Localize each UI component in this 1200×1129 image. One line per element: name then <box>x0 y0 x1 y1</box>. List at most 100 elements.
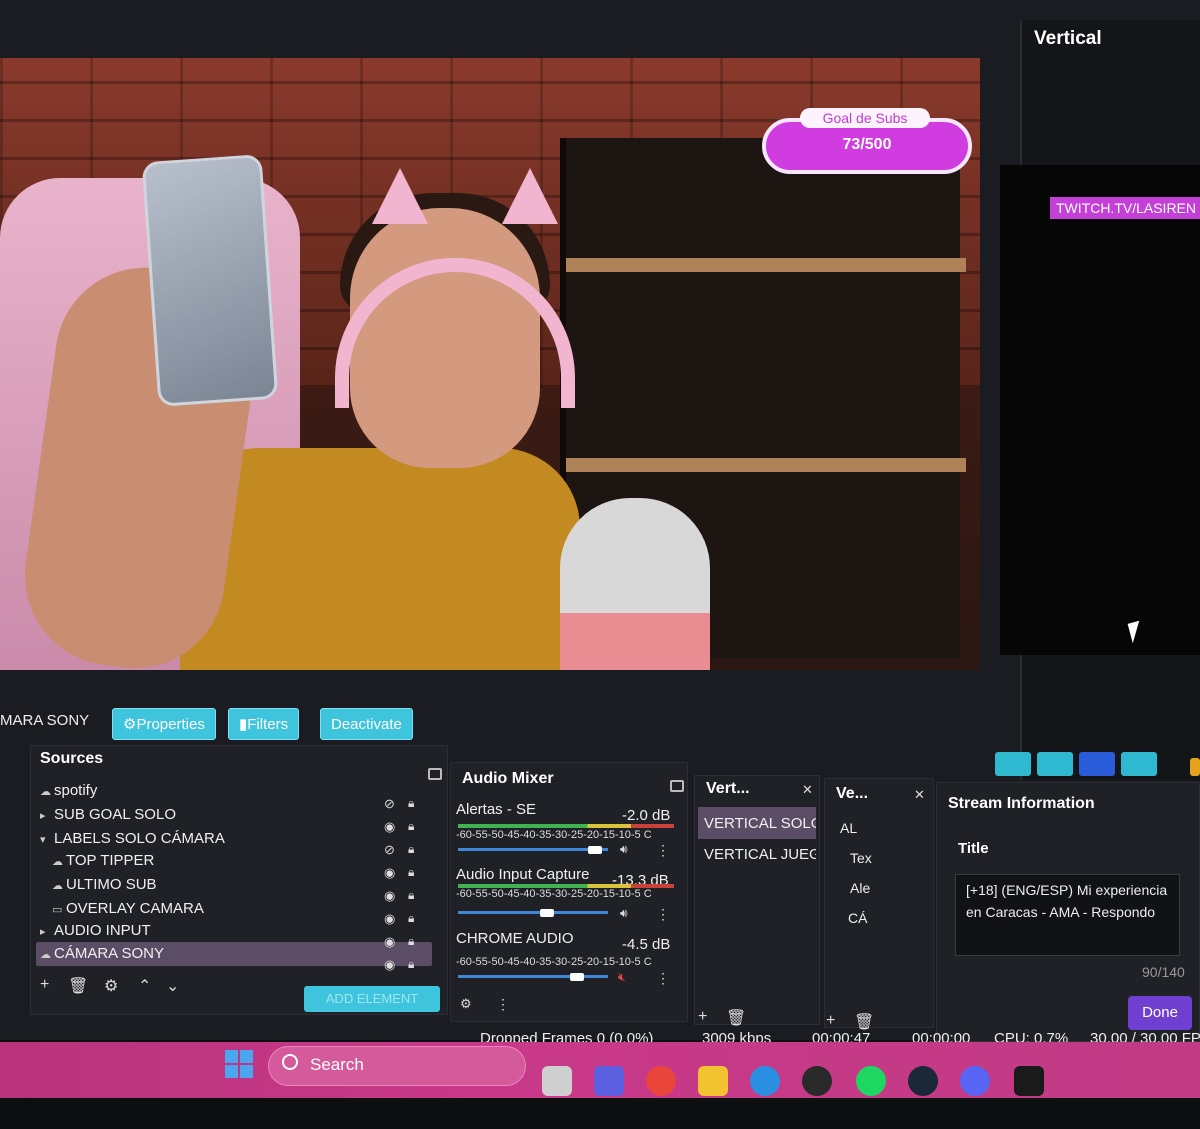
deactivate-button[interactable]: Deactivate <box>320 708 413 740</box>
visibility-icon[interactable]: ◉ <box>384 911 395 927</box>
fader-knob[interactable] <box>588 846 602 854</box>
source-label: LABELS SOLO CÁMARA <box>54 830 225 847</box>
vertical-scene-item[interactable]: VERTICAL SOLO <box>704 815 816 832</box>
selected-source-name: MARA SONY <box>0 712 90 729</box>
source-item[interactable]: ☁ CÁMARA SONY <box>40 945 164 962</box>
mixer-channel-name: Alertas - SE <box>456 801 537 818</box>
scene-icon: ☁ <box>52 880 63 892</box>
filters-button[interactable]: ▮Filters <box>228 708 300 740</box>
vertical-source-item[interactable]: Tex <box>850 850 890 866</box>
mixer-channel-db: -4.5 dB <box>622 936 671 953</box>
sub-goal-value: 73/500 <box>842 136 892 153</box>
source-label: AUDIO INPUT <box>54 922 151 939</box>
kebab-menu-icon[interactable]: ⋮ <box>656 906 670 923</box>
task-view-icon[interactable] <box>542 1066 572 1096</box>
vertical-sources-title: Ve... <box>836 785 869 802</box>
source-item[interactable]: ☁ TOP TIPPER <box>52 852 154 869</box>
close-icon[interactable]: ✕ <box>914 787 925 803</box>
steam-icon[interactable] <box>908 1066 938 1096</box>
move-up-icon[interactable]: ⌃ <box>138 976 151 996</box>
source-item[interactable]: ▭ OVERLAY CAMARA <box>52 900 204 917</box>
popout-icon[interactable] <box>428 768 442 780</box>
orange-button[interactable] <box>1190 758 1200 776</box>
shelf-board <box>566 258 966 272</box>
stream-title-input[interactable]: [+18] (ENG/ESP) Mi experiencia en Caraca… <box>955 874 1180 956</box>
volume-fader[interactable] <box>458 911 608 914</box>
phone <box>141 154 279 407</box>
vertical-preview[interactable] <box>1000 165 1200 655</box>
mixer-channel-name: Audio Input Capture <box>456 866 590 883</box>
lock-icon[interactable]: 🔒︎ <box>408 911 414 926</box>
source-item[interactable]: ▸ SUB GOAL SOLO <box>40 806 176 823</box>
muted-speaker-icon[interactable]: 🔇︎ <box>618 970 626 985</box>
record-icon[interactable] <box>1037 752 1073 776</box>
kebab-menu-icon[interactable]: ⋮ <box>656 970 670 987</box>
visibility-icon[interactable]: ⊘ <box>384 842 395 858</box>
chrome-icon[interactable] <box>646 1066 676 1096</box>
stream-information-title: Stream Information <box>948 795 1095 812</box>
refresh-icon[interactable] <box>1079 752 1115 776</box>
visibility-icon[interactable]: ◉ <box>384 957 395 973</box>
source-item[interactable]: ▾ LABELS SOLO CÁMARA <box>40 830 225 847</box>
visibility-icon[interactable]: ⊘ <box>384 796 395 812</box>
delete-icon[interactable]: 🗑︎ <box>68 976 88 996</box>
add-source-icon[interactable]: + <box>40 976 49 994</box>
volume-fader[interactable] <box>458 848 608 851</box>
lock-icon[interactable]: 🔒︎ <box>408 934 414 949</box>
mixer-channel-name: CHROME AUDIO <box>456 930 574 947</box>
fader-knob[interactable] <box>570 973 584 981</box>
char-count: 90/140 <box>1142 964 1185 980</box>
source-label: TOP TIPPER <box>66 852 155 869</box>
lock-icon[interactable]: 🔒︎ <box>408 819 414 834</box>
cat-ear-left <box>372 168 428 224</box>
edge-icon[interactable] <box>750 1066 780 1096</box>
lock-icon[interactable]: 🔒︎ <box>408 865 414 880</box>
popout-icon[interactable] <box>670 780 684 792</box>
close-icon[interactable]: ✕ <box>802 782 813 798</box>
add-element-button[interactable]: ADD ELEMENT <box>304 986 440 1012</box>
kebab-menu-icon[interactable]: ⋮ <box>496 996 510 1013</box>
visibility-icon[interactable]: ◉ <box>384 819 395 835</box>
volume-fader[interactable] <box>458 975 608 978</box>
gear-icon[interactable]: ⚙ <box>104 976 118 996</box>
group-icon: ▸ <box>40 926 46 938</box>
properties-button[interactable]: ⚙Properties <box>112 708 216 740</box>
fader-knob[interactable] <box>540 909 554 917</box>
vertical-scene-item[interactable]: VERTICAL JUEG <box>704 846 816 863</box>
vertical-source-item[interactable]: AL <box>840 820 890 836</box>
mixer-settings-icon[interactable]: ⚙ <box>460 996 472 1012</box>
source-label: CÁMARA SONY <box>54 945 165 962</box>
visibility-icon[interactable]: ◉ <box>384 888 395 904</box>
windows-start-icon[interactable] <box>225 1050 253 1078</box>
main-preview[interactable]: Goal de Subs 73/500 <box>0 58 980 670</box>
epic-games-icon[interactable] <box>1014 1066 1044 1096</box>
source-item[interactable]: ▸ AUDIO INPUT <box>40 922 151 939</box>
vertical-source-item[interactable]: CÁ <box>848 910 888 926</box>
lock-icon[interactable]: 🔒︎ <box>408 957 414 972</box>
meet-icon[interactable] <box>594 1066 624 1096</box>
kebab-menu-icon[interactable]: ⋮ <box>656 842 670 859</box>
vertical-source-item[interactable]: Ale <box>850 880 890 896</box>
lock-icon[interactable]: 🔒︎ <box>408 796 414 811</box>
volume-meter <box>458 824 674 828</box>
lock-icon[interactable]: 🔒︎ <box>408 888 414 903</box>
settings-icon[interactable] <box>1121 752 1157 776</box>
source-item[interactable]: ☁ spotify <box>40 782 97 799</box>
filters-label: Filters <box>247 716 289 733</box>
taskbar-search[interactable] <box>268 1046 526 1086</box>
cat-ear-right <box>502 168 558 224</box>
spotify-icon[interactable] <box>856 1066 886 1096</box>
speaker-icon[interactable]: 🔊︎ <box>620 906 628 921</box>
obs-icon[interactable] <box>802 1066 832 1096</box>
speaker-icon[interactable]: 🔊︎ <box>620 842 628 857</box>
visibility-icon[interactable]: ◉ <box>384 865 395 881</box>
discord-icon[interactable] <box>960 1066 990 1096</box>
lock-icon[interactable]: 🔒︎ <box>408 842 414 857</box>
visibility-icon[interactable]: ◉ <box>384 934 395 950</box>
file-explorer-icon[interactable] <box>698 1066 728 1096</box>
source-item[interactable]: ☁ ULTIMO SUB <box>52 876 157 893</box>
vertical-button[interactable] <box>995 752 1031 776</box>
meter-scale: -60-55-50-45-40-35-30-25-20-15-10-5 C <box>456 829 652 841</box>
properties-label: Properties <box>136 716 205 733</box>
move-down-icon[interactable]: ⌄ <box>166 976 179 996</box>
